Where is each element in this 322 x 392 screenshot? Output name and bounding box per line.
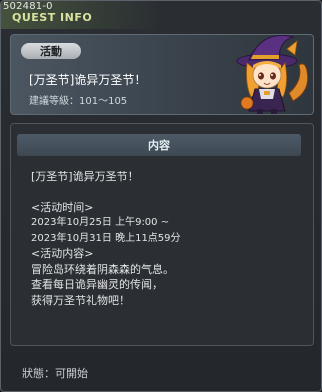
witch-character-illustration	[236, 35, 309, 114]
description-line-2: 查看每日诡异幽灵的传闻，	[31, 278, 163, 291]
description-line-time-header: <活动时间>	[31, 200, 94, 214]
quest-content-panel: 内容 [万圣节]诡异万圣节！ <活动时间> 2023年10月25日 上午9:00…	[10, 123, 314, 346]
quest-name: [万圣节]诡异万圣节！	[29, 73, 147, 87]
description-line-end-time: 2023年10月31日 晚上11点59分	[31, 232, 181, 244]
description-line-start-time: 2023年10月25日 上午9:00 ~	[31, 217, 170, 228]
quest-info-window: 502481-0 QUEST INFO 活動 [万圣节]诡异万圣节！ 建議等級：…	[0, 0, 322, 392]
window-title: QUEST INFO	[12, 11, 93, 24]
description-line-1: 冒险岛环绕着阴森森的气息。	[31, 262, 174, 276]
quest-description: [万圣节]诡异万圣节！ <活动时间> 2023年10月25日 上午9:00 ~ …	[31, 169, 301, 308]
description-line-title: [万圣节]诡异万圣节！	[31, 170, 139, 183]
category-badge: 活動	[21, 43, 81, 59]
quest-status: 狀態：可開始	[22, 367, 88, 380]
description-line-content-header: <活动内容>	[31, 247, 94, 260]
level-requirement: 建議等級：101～105	[29, 96, 128, 107]
quest-header-panel: 活動 [万圣节]诡异万圣节！ 建議等級：101～105	[10, 34, 314, 115]
description-line-3: 获得万圣节礼物吧！	[31, 293, 130, 307]
content-section-header: 内容	[17, 134, 301, 156]
